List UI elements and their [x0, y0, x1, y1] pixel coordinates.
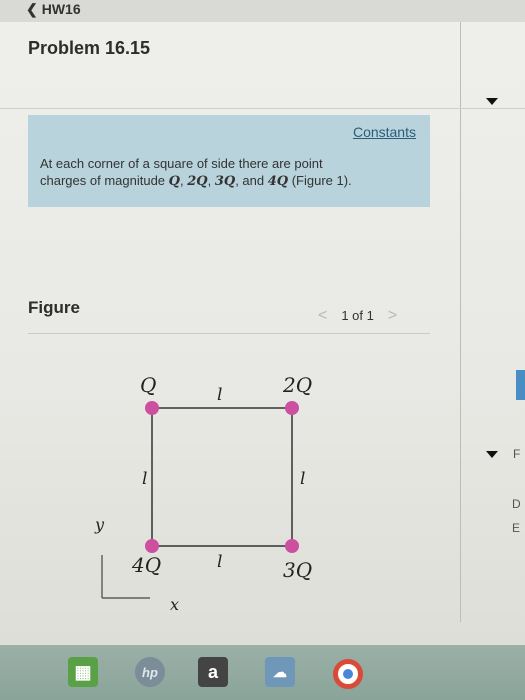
amazon-icon[interactable]: a: [198, 657, 228, 687]
side-letter-e: E: [512, 521, 521, 535]
taskbar: ▦ hp a ☁: [0, 645, 525, 700]
label-axis-x: x: [170, 595, 179, 614]
hp-icon[interactable]: hp: [135, 657, 165, 687]
store-icon[interactable]: ▦: [68, 657, 98, 687]
charge-dot-bottom-right: [285, 539, 299, 553]
charge-dot-top-left: [145, 401, 159, 415]
square-charges-figure: Q 2Q 3Q 4Q l l l l y x: [94, 373, 312, 614]
label-side-top: l: [217, 385, 222, 405]
dropdown-arrow-icon[interactable]: [486, 98, 498, 105]
label-top-right-charge: 2Q: [282, 373, 312, 397]
label-side-right: l: [300, 469, 305, 489]
chrome-center-icon: [343, 669, 353, 679]
side-letter-d: D: [512, 497, 521, 511]
label-axis-y: y: [94, 515, 105, 534]
label-side-left: l: [142, 469, 147, 489]
dropdown-arrow-icon[interactable]: [486, 451, 498, 458]
weather-icon[interactable]: ☁: [265, 657, 295, 687]
side-letter-f: F: [513, 447, 521, 461]
side-panel-tab[interactable]: [516, 370, 525, 400]
label-top-left-charge: Q: [140, 373, 156, 397]
screen: ❮ HW16 Problem 16.15 Constants At each co…: [0, 0, 525, 700]
charge-dot-bottom-left: [145, 539, 159, 553]
chrome-icon[interactable]: [333, 659, 363, 689]
label-bottom-left-charge: 4Q: [131, 553, 161, 577]
label-bottom-right-charge: 3Q: [283, 558, 312, 582]
square-outline: [151, 407, 293, 547]
charge-dot-top-right: [285, 401, 299, 415]
label-side-bottom: l: [217, 552, 222, 572]
amazon-label: a: [207, 661, 218, 682]
